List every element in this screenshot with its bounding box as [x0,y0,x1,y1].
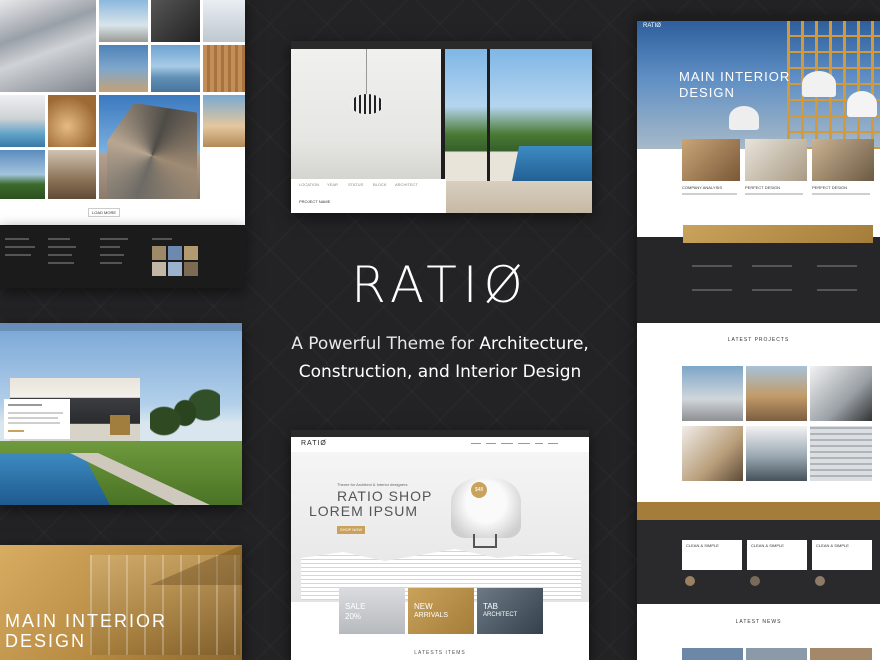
left-gallery-panel: LOAD MORE [0,0,245,225]
service-title-2: PERFECT DESIGN [745,185,781,190]
right-testimonial-band: CLEAN & SIMPLE CLEAN & SIMPLE CLEAN & SI… [637,502,880,604]
hero-tagline: A Powerful Theme for Architecture, Const… [260,330,620,386]
left-villa-panel [0,323,242,505]
testimonial-label-1: CLEAN & SIMPLE [686,543,719,548]
villa-caption-card [4,399,70,439]
gold-panel-title-line2: DESIGN [5,631,87,651]
gallery-image-7[interactable] [203,45,245,92]
right-hero-line1: MAIN INTERIOR [679,69,791,84]
project-name-heading: PROJECT NAME [299,199,331,204]
gallery-image-6[interactable] [151,45,200,92]
right-hero-line2: DESIGN [679,85,735,100]
testimonial-card-3: CLEAN & SIMPLE [812,540,872,570]
shop-logo[interactable]: RATIØ [301,440,327,447]
avatar-2 [750,576,760,586]
gold-panel-title-line1: MAIN INTERIOR [5,611,168,631]
promo-architect[interactable]: TAB ARCHITECT [477,588,543,634]
promo-sale[interactable]: SALE 20% [339,588,405,634]
center-shop-panel: RATIØ Theme for Architect & Interior des… [291,430,589,660]
service-title-1: COMPANY ANALYSIS [682,185,723,190]
price-badge: $48 [471,482,487,498]
right-hero [637,21,880,149]
promo-new-line1: NEW [414,602,433,611]
shop-title-line2: LOREM IPSUM [309,503,419,519]
gallery-image-10[interactable] [99,95,200,199]
project-thumb-1[interactable] [682,366,743,421]
latest-items-heading: LATESTS ITEMS [414,650,466,656]
hardhat-2 [729,106,759,130]
testimonial-label-3: CLEAN & SIMPLE [816,543,849,548]
load-more-button[interactable]: LOAD MORE [88,208,121,217]
project-thumb-6[interactable] [810,426,872,481]
meta-status: STATUS [348,182,364,187]
gallery-image-4[interactable] [203,0,245,42]
testimonial-label-2: CLEAN & SIMPLE [751,543,784,548]
tagline-bold: Architecture, [479,334,589,354]
pendant-lamp [351,94,383,114]
project-thumb-2[interactable] [746,366,807,421]
service-image-1[interactable] [682,139,740,181]
meta-architect: ARCHITECT [395,182,418,187]
center-project-panel: LOCATION YEAR STATUS BLOCK ARCHITECT PRO… [291,41,592,213]
meta-location: LOCATION [299,182,320,187]
gallery-image-5[interactable] [99,45,148,92]
right-dark-band [637,225,880,323]
meta-year: YEAR [327,182,338,187]
right-site-panel: RATIØ MAIN INTERIOR DESIGN COMPANY ANALY… [637,15,880,660]
gallery-image-8[interactable] [0,95,45,147]
gallery-image-9[interactable] [48,95,96,147]
promo-sale-line1: SALE [345,602,366,611]
news-thumb-2[interactable] [746,648,807,660]
gallery-image-1[interactable] [0,0,96,92]
latest-projects-heading: LATEST PROJECTS [727,337,790,343]
promo-tab-line1: TAB [483,602,498,611]
right-logo[interactable]: RATIØ [643,23,661,29]
shop-subtitle: Theme for Architect & Interior designers [337,482,408,487]
avatar-3 [815,576,825,586]
promo-new-arrivals[interactable]: NEW ARRIVALS [408,588,474,634]
promo-new-line2: ARRIVALS [414,612,449,619]
testimonial-card-2: CLEAN & SIMPLE [747,540,807,570]
promo-tab-line2: ARCHITECT [483,612,518,618]
testimonial-card-1: CLEAN & SIMPLE [682,540,742,570]
gallery-image-13[interactable] [48,150,96,199]
latest-news-heading: LATEST NEWS [735,619,782,625]
shop-now-button[interactable]: SHOP NOW [337,526,365,534]
news-thumb-3[interactable] [810,648,872,660]
right-cta-bar [683,225,873,243]
project-meta-panel: LOCATION YEAR STATUS BLOCK ARCHITECT PRO… [291,179,446,213]
promo-sale-line2: 20% [345,612,362,621]
hardhat-3 [847,91,877,117]
gallery-image-2[interactable] [99,0,148,42]
project-thumb-3[interactable] [810,366,872,421]
hardhat-1 [802,71,836,97]
project-thumb-5[interactable] [746,426,807,481]
tagline-plain: A Powerful Theme for [291,334,480,354]
gallery-image-11[interactable] [203,95,245,147]
tagline-line2: Construction, and Interior Design [298,362,582,382]
meta-block: BLOCK [373,182,387,187]
project-thumb-4[interactable] [682,426,743,481]
gallery-image-3[interactable] [151,0,200,42]
service-image-3[interactable] [812,139,874,181]
service-image-2[interactable] [745,139,807,181]
left-gold-panel: MAIN INTERIOR DESIGN [0,545,242,660]
gallery-image-12[interactable] [0,150,45,199]
interior-pool [511,146,592,186]
service-title-3: PERFECT DESIGN [812,185,848,190]
avatar-1 [685,576,695,586]
shop-title-line1: RATIO SHOP [337,488,433,504]
news-thumb-1[interactable] [682,648,743,660]
